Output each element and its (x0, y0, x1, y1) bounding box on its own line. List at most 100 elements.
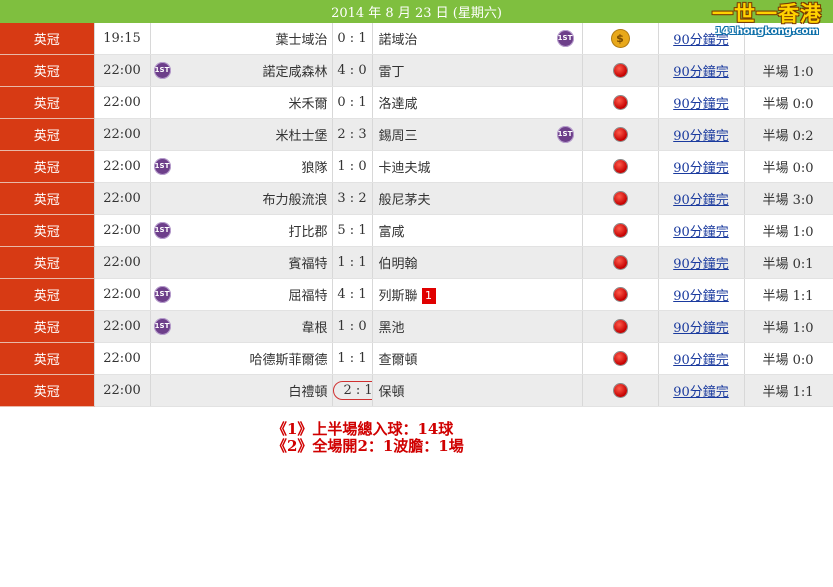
kickoff-time-cell: 22:00 (94, 278, 151, 311)
league-name: 英冠 (33, 353, 60, 368)
first-goal-badge-icon: 1ST (556, 126, 574, 143)
league-cell: 英冠 (0, 23, 95, 55)
score-value: 3 : 2 (337, 191, 367, 206)
result-link-cell: 90分鐘完 (658, 54, 745, 87)
kickoff-time: 19:15 (103, 31, 141, 46)
away-team-cell: 查爾頓 (372, 342, 583, 375)
kickoff-time: 22:00 (103, 319, 141, 334)
league-cell: 英冠 (0, 342, 95, 375)
away-team-cell: 富咸 (372, 214, 583, 247)
status-dot-icon (613, 96, 627, 109)
status-dot-icon (613, 192, 627, 205)
marker-cell (582, 278, 659, 311)
marker-cell (582, 214, 659, 247)
home-team-name: 打比郡 (288, 225, 328, 240)
table-row: 英冠 22:00 賓福特 1 : 1 伯明翰 90分鐘完 半場 0:1 (0, 246, 833, 279)
half-time-cell: 半場 1:0 (744, 310, 833, 343)
away-team-name: 錫周三 (378, 129, 418, 144)
full-time-link[interactable]: 90分鐘完 (673, 353, 729, 368)
full-time-link[interactable]: 90分鐘完 (673, 193, 729, 208)
score-value: 1 : 1 (337, 351, 367, 366)
kickoff-time: 22:00 (103, 63, 141, 78)
status-dot-icon (613, 384, 627, 397)
kickoff-time-cell: 22:00 (94, 310, 151, 343)
full-time-link[interactable]: 90分鐘完 (673, 289, 729, 304)
score-cell: 2 : 3 (332, 118, 373, 151)
full-time-link[interactable]: 90分鐘完 (673, 321, 729, 336)
result-link-cell: 90分鐘完 (658, 310, 745, 343)
score-cell: 1 : 0 (332, 150, 373, 183)
home-team-cell: 布力般流浪 (150, 182, 333, 215)
league-name: 英冠 (33, 289, 60, 304)
score-cell: 1 : 1 (332, 342, 373, 375)
kickoff-time: 22:00 (103, 95, 141, 110)
marker-cell (582, 150, 659, 183)
first-goal-badge-icon: 1ST (153, 286, 171, 303)
first-goal-badge-icon: 1ST (153, 158, 171, 175)
half-time-score: 半場 0:0 (762, 97, 814, 112)
full-time-link[interactable]: 90分鐘完 (673, 97, 729, 112)
away-team-name: 洛達咸 (378, 97, 418, 112)
score-value: 2 : 3 (337, 127, 367, 142)
table-row: 英冠 22:00 布力般流浪 3 : 2 般尼茅夫 90分鐘完 半場 3:0 (0, 182, 833, 215)
full-time-link[interactable]: 90分鐘完 (673, 65, 729, 80)
away-team-name: 富咸 (378, 225, 405, 240)
league-name: 英冠 (33, 193, 60, 208)
status-dot-icon (613, 320, 627, 333)
away-team-cell: 般尼茅夫 (372, 182, 583, 215)
league-name: 英冠 (33, 161, 60, 176)
league-name: 英冠 (33, 33, 60, 48)
home-team-name: 米禾爾 (288, 97, 328, 112)
league-cell: 英冠 (0, 86, 95, 119)
full-time-link[interactable]: 90分鐘完 (673, 385, 729, 400)
full-time-link[interactable]: 90分鐘完 (673, 257, 729, 272)
away-team-name: 般尼茅夫 (378, 193, 431, 208)
half-time-score: 半場 0:0 (762, 161, 814, 176)
league-name: 英冠 (33, 225, 60, 240)
kickoff-time-cell: 22:00 (94, 118, 151, 151)
league-name: 英冠 (33, 65, 60, 80)
home-team-name: 韋根 (301, 321, 328, 336)
status-dot-icon (613, 64, 627, 77)
away-team-cell: 伯明翰 (372, 246, 583, 279)
home-team-cell: 葉士域治 (150, 23, 333, 55)
away-team-name: 伯明翰 (378, 257, 418, 272)
score-value: 0 : 1 (337, 95, 367, 110)
away-team-name: 查爾頓 (378, 353, 418, 368)
table-row: 英冠 22:00 米杜士堡 2 : 3 錫周三 1ST 90分鐘完 半場 0:2 (0, 118, 833, 151)
result-link-cell: 90分鐘完 (658, 150, 745, 183)
score-cell: 0 : 1 (332, 86, 373, 119)
coin-icon[interactable]: $ (611, 30, 629, 47)
home-team-name: 諾定咸森林 (262, 65, 328, 80)
marker-cell (582, 246, 659, 279)
away-team-name: 列斯聯 (378, 288, 418, 304)
league-cell: 英冠 (0, 374, 95, 407)
table-row: 英冠 22:00 1ST 打比郡 5 : 1 富咸 90分鐘完 半場 1:0 (0, 214, 833, 247)
full-time-link[interactable]: 90分鐘完 (673, 161, 729, 176)
home-team-cell: 1ST 打比郡 (150, 214, 333, 247)
league-cell: 英冠 (0, 54, 95, 87)
score-value: 4 : 0 (337, 63, 367, 78)
marker-cell: $ (582, 23, 659, 55)
home-team-cell: 1ST 韋根 (150, 310, 333, 343)
first-goal-badge-icon: 1ST (153, 62, 171, 79)
table-row: 英冠 22:00 白禮頓 2 : 1 保頓 90分鐘完 半場 1:1 (0, 374, 833, 407)
score-cell: 5 : 1 (332, 214, 373, 247)
full-time-link[interactable]: 90分鐘完 (673, 225, 729, 240)
league-name: 英冠 (33, 257, 60, 272)
away-team-cell: 諾域治 1ST (372, 23, 583, 55)
score-cell: 2 : 1 (332, 374, 373, 407)
away-team-name: 諾域治 (378, 33, 418, 48)
half-time-cell: 半場 1:1 (744, 278, 833, 311)
league-cell: 英冠 (0, 182, 95, 215)
home-team-name: 屈福特 (288, 289, 328, 304)
score-value: 1 : 1 (337, 255, 367, 270)
half-time-score: 半場 1:1 (762, 385, 814, 400)
half-time-score: 半場 1:0 (762, 65, 814, 80)
full-time-link[interactable]: 90分鐘完 (673, 129, 729, 144)
red-card-icon: 1 (421, 288, 436, 305)
league-name: 英冠 (33, 97, 60, 112)
status-dot-icon (613, 256, 627, 269)
table-row: 英冠 22:00 1ST 諾定咸森林 4 : 0 雷丁 90分鐘完 半場 1:0 (0, 54, 833, 87)
home-team-name: 哈德斯菲爾德 (249, 353, 328, 368)
